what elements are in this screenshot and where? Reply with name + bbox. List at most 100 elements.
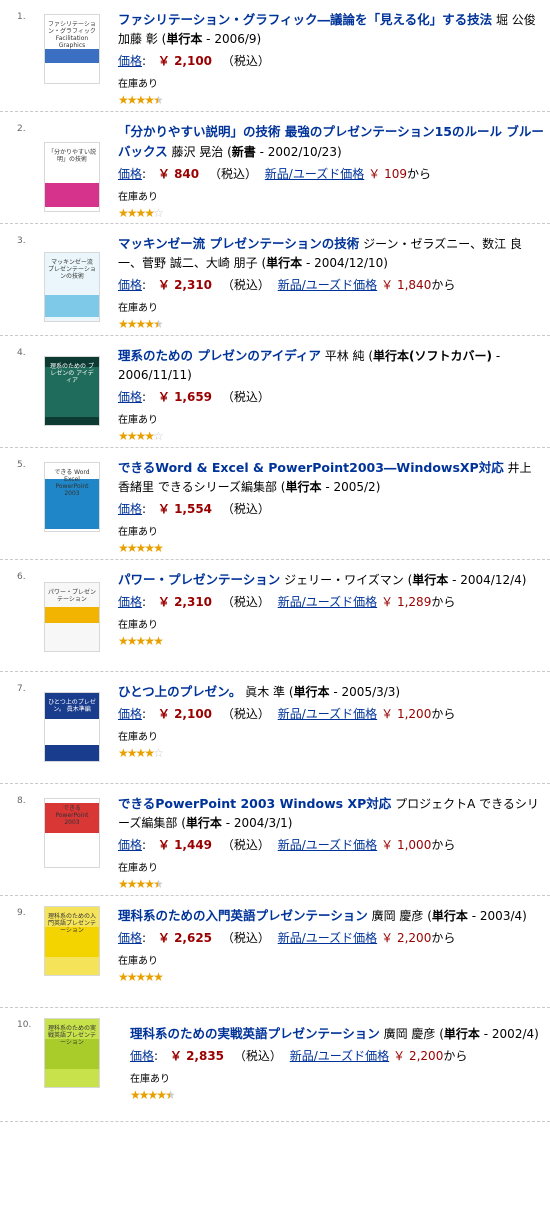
rank-number: 4. [17, 348, 26, 358]
star-icon: ★ [138, 1088, 150, 1102]
star-icon: ★ [144, 877, 155, 891]
used-price-link[interactable]: 新品/ユーズド価格 [290, 1049, 389, 1063]
used-price-link[interactable]: 新品/ユーズド価格 [278, 838, 377, 852]
rating-stars[interactable]: ★★★★★ [130, 1088, 544, 1102]
binding-type: 単行本 [285, 480, 322, 494]
price-link[interactable]: 価格 [118, 167, 142, 181]
price-link[interactable]: 価格 [118, 54, 142, 68]
rating-stars[interactable]: ★★★★★ [118, 877, 544, 891]
book-title-link[interactable]: ファシリテーション・グラフィック―議論を「見える化」する技法 [118, 12, 492, 27]
author: 廣岡 慶彦 [383, 1027, 436, 1041]
price-colon: : [142, 54, 147, 68]
author: 平林 純 [324, 349, 365, 363]
rating-stars[interactable]: ★★★★★ [118, 970, 544, 984]
rating-stars[interactable]: ★★★★☆ [118, 746, 544, 760]
price-row: 価格: ￥ 1,449 （税込） 新品/ユーズド価格 ￥ 1,000から [118, 835, 544, 855]
price-link[interactable]: 価格 [118, 838, 142, 852]
used-price-link[interactable]: 新品/ユーズド価格 [278, 278, 377, 292]
star-icon: ★ [118, 93, 129, 107]
star-icon: ★ [126, 429, 138, 443]
book-title-link[interactable]: 理科系のための実戦英語プレゼンテーション [130, 1026, 380, 1041]
price-link[interactable]: 価格 [118, 502, 142, 516]
book-title-link[interactable]: ひとつ上のプレゼン。 [118, 684, 241, 699]
star-icon: ★ [126, 317, 138, 331]
rating-stars[interactable]: ★★★★★ [118, 541, 544, 555]
star-icon: ★ [118, 877, 129, 891]
used-price-link[interactable]: 新品/ユーズド価格 [278, 595, 377, 609]
star-icon: ★ [144, 206, 155, 220]
book-title-link[interactable]: できるPowerPoint 2003 Windows XP対応 [118, 796, 391, 811]
price-link[interactable]: 価格 [118, 390, 142, 404]
price-value: ￥ 840 [157, 167, 200, 181]
rating-stars[interactable]: ★★★★★ [118, 93, 544, 107]
author: 眞木 準 [245, 685, 286, 699]
book-cover-image[interactable]: パワー・プレゼンテーション [44, 582, 100, 652]
release-date: - 2006/9) [206, 32, 262, 46]
price-value: ￥ 2,100 [157, 707, 213, 721]
book-cover-image[interactable]: 理科系のための入門英語プレゼンテーション [44, 906, 100, 976]
book-cover-image[interactable]: 理科系のための実戦英語プレゼンテーション [44, 1018, 100, 1088]
book-title-link[interactable]: 理科系のための入門英語プレゼンテーション [118, 908, 368, 923]
rank-number: 5. [17, 460, 26, 470]
price-colon: : [142, 707, 147, 721]
cover-title: できる PowerPoint 2003 [55, 805, 89, 826]
used-price-link[interactable]: 新品/ユーズド価格 [278, 707, 377, 721]
book-cover-image[interactable]: ファシリテーション・グラフィック Facilitation Graphics [44, 14, 100, 84]
binding-type: 単行本(ソフトカバー) [373, 349, 492, 363]
book-cover-image[interactable]: 理系のための プレゼンの アイディア [44, 356, 100, 426]
empty-star-icon: ☆ [153, 429, 164, 443]
release-date: - 2004/3/1) [225, 816, 293, 830]
book-title-link[interactable]: できるWord & Excel & PowerPoint2003―Windows… [118, 460, 504, 475]
price-colon: : [142, 167, 147, 181]
book-cover-image[interactable]: マッキンゼー流 プレゼンテーションの技術 [44, 252, 100, 322]
cover-graphic [45, 49, 99, 63]
rating-stars[interactable]: ★★★★★ [118, 317, 544, 331]
book-title-link[interactable]: マッキンゼー流 プレゼンテーションの技術 [118, 236, 359, 251]
rank-number: 1. [17, 12, 26, 22]
release-date: - 2004/12/10) [305, 256, 388, 270]
rank-number: 9. [17, 908, 26, 918]
price-colon: : [142, 390, 147, 404]
stock-status: 在庫あり [118, 79, 158, 90]
stock-status: 在庫あり [118, 415, 158, 426]
price-link[interactable]: 価格 [118, 707, 142, 721]
price-link[interactable]: 価格 [118, 931, 142, 945]
price-link[interactable]: 価格 [118, 278, 142, 292]
price-link[interactable]: 価格 [130, 1049, 154, 1063]
book-cover-image[interactable]: できる Word Excel PowerPoint 2003 [44, 462, 100, 532]
rating-stars[interactable]: ★★★★★ [118, 634, 544, 648]
rank-number: 2. [17, 124, 26, 134]
tax-note: （税込） [221, 502, 270, 516]
list-item: 7. ひとつ上のプレゼン。 眞木準編 ひとつ上のプレゼン。 眞木 準 (単行本 … [0, 672, 550, 784]
used-price-link[interactable]: 新品/ユーズド価格 [278, 931, 377, 945]
star-icon: ★ [135, 634, 147, 648]
rating-stars[interactable]: ★★★★☆ [118, 206, 544, 220]
stock-status: 在庫あり [130, 1074, 170, 1085]
used-price-link[interactable]: 新品/ユーズド価格 [265, 167, 364, 181]
star-icon: ★ [126, 634, 138, 648]
price-row: 価格: ￥ 840 （税込） 新品/ユーズド価格 ￥ 109から [118, 164, 544, 184]
star-icon: ★ [144, 93, 155, 107]
price-colon: : [142, 931, 147, 945]
author: 廣岡 慶彦 [371, 909, 424, 923]
book-title-link[interactable]: パワー・プレゼンテーション [118, 572, 280, 587]
star-icon: ★ [144, 541, 155, 555]
star-icon: ★ [126, 746, 138, 760]
star-icon: ★ [153, 970, 164, 984]
stock-status: 在庫あり [118, 863, 158, 874]
cover-title: できる Word Excel PowerPoint 2003 [54, 469, 90, 497]
cover-graphic [45, 607, 99, 623]
from-label: から [431, 838, 456, 852]
star-icon: ★ [144, 746, 155, 760]
price-link[interactable]: 価格 [118, 595, 142, 609]
book-cover-image[interactable]: ひとつ上のプレゼン。 眞木準編 [44, 692, 100, 762]
rating-stars[interactable]: ★★★★☆ [118, 429, 544, 443]
book-cover-image[interactable]: できる PowerPoint 2003 [44, 798, 100, 868]
star-icon: ★ [144, 317, 155, 331]
book-cover-image[interactable]: 「分かりやすい説明」の技術 [44, 142, 100, 212]
tax-note: （税込） [221, 931, 270, 945]
used-price: ￥ 1,840 [381, 278, 432, 292]
tax-note: （税込） [208, 167, 257, 181]
book-title-link[interactable]: 理系のための プレゼンのアイディア [118, 348, 321, 363]
used-price: ￥ 1,000 [381, 838, 432, 852]
